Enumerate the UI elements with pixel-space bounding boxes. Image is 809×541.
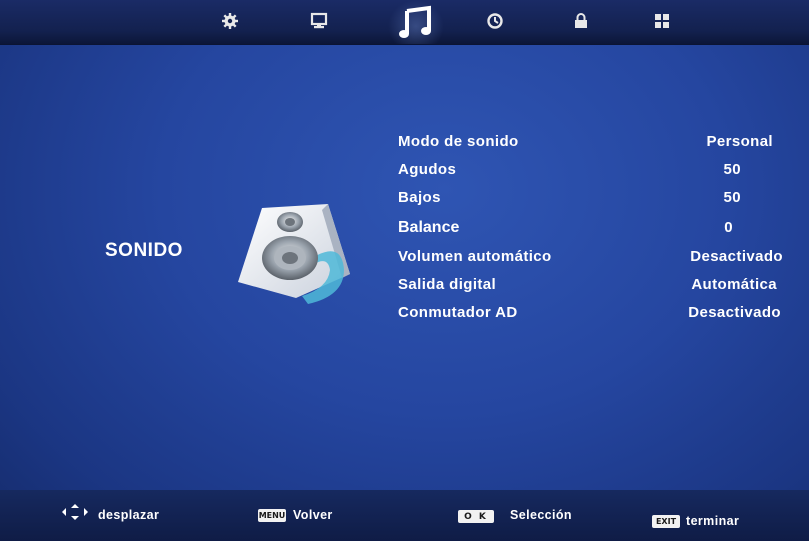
setting-value: Automática — [691, 276, 777, 293]
hint-exit: terminar — [686, 514, 740, 528]
tab-lock[interactable] — [570, 10, 592, 32]
hint-select: Selección — [510, 508, 572, 522]
tv-menu-screen: SONIDO Modo de sonido Personal Agudos 50… — [0, 0, 809, 541]
hint-navigate: desplazar — [98, 508, 160, 522]
menu-key-icon: MENU — [258, 509, 286, 522]
setting-label: Bajos — [398, 189, 441, 206]
setting-row-ad-switch[interactable]: Conmutador AD Desactivado — [398, 304, 783, 326]
setting-value: 50 — [723, 189, 741, 206]
setting-row-bass[interactable]: Bajos 50 — [398, 189, 783, 211]
setting-label: Volumen automático — [398, 248, 552, 265]
setting-label: Salida digital — [398, 276, 497, 293]
menu-tab-bar — [0, 0, 809, 45]
grid-icon — [655, 14, 669, 28]
gear-icon — [222, 13, 238, 29]
arrows-navigate-icon — [62, 504, 88, 520]
lock-icon — [575, 13, 587, 28]
setting-label: Balance — [398, 219, 460, 236]
setting-value: Desactivado — [688, 304, 781, 321]
setting-row-treble[interactable]: Agudos 50 — [398, 161, 783, 183]
setting-row-sound-mode[interactable]: Modo de sonido Personal — [398, 133, 783, 155]
tab-time[interactable] — [484, 10, 506, 32]
setting-label: Conmutador AD — [398, 304, 518, 321]
monitor-icon — [310, 12, 328, 29]
tab-picture[interactable] — [308, 10, 330, 32]
setting-value: Desactivado — [690, 248, 783, 265]
music-note-icon — [399, 5, 431, 38]
setting-value: 0 — [724, 219, 733, 236]
setting-label: Modo de sonido — [398, 133, 519, 150]
clock-icon — [487, 13, 503, 29]
exit-key-icon: EXIT — [652, 515, 680, 528]
ok-key-icon: O K — [458, 510, 494, 523]
section-title: SONIDO — [105, 240, 183, 261]
speaker-icon — [232, 200, 362, 312]
tab-settings[interactable] — [219, 10, 241, 32]
setting-label: Agudos — [398, 161, 457, 178]
setting-value: Personal — [706, 133, 773, 150]
setting-value: 50 — [723, 161, 741, 178]
setting-row-balance[interactable]: Balance 0 — [398, 219, 783, 241]
setting-row-auto-volume[interactable]: Volumen automático Desactivado — [398, 248, 783, 270]
tab-options[interactable] — [651, 10, 673, 32]
hint-back: Volver — [293, 508, 333, 522]
tab-sound[interactable] — [396, 4, 436, 40]
setting-row-digital-output[interactable]: Salida digital Automática — [398, 276, 783, 298]
